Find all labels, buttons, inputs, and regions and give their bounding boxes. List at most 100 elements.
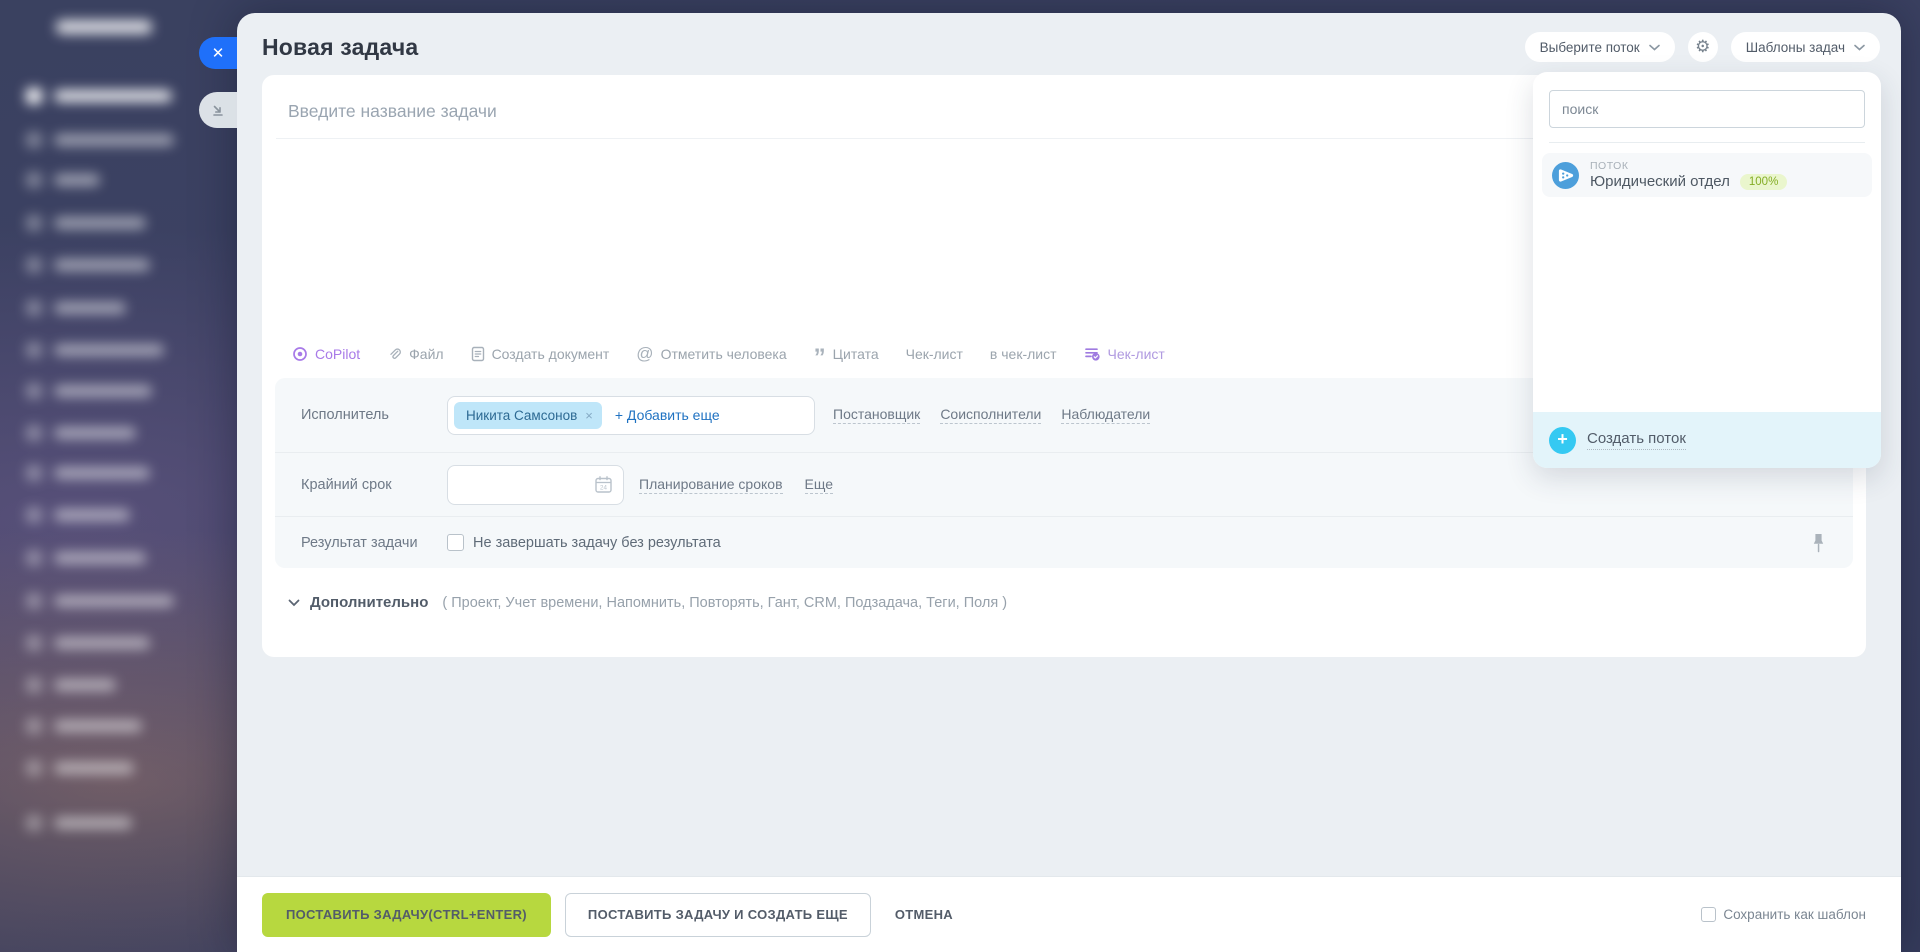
toolbar-checklist-ai[interactable]: Чек-лист xyxy=(1084,346,1165,362)
chevron-down-icon xyxy=(1854,44,1865,51)
originator-link[interactable]: Постановщик xyxy=(833,406,920,424)
create-flow-label: Создать поток xyxy=(1587,430,1686,450)
flow-item-legal-department[interactable]: ПОТОК Юридический отдел 100% xyxy=(1542,153,1872,197)
settings-button[interactable]: ⚙ xyxy=(1688,32,1718,62)
co-executors-link[interactable]: Соисполнители xyxy=(940,406,1041,424)
sidebar-blurred-icon xyxy=(26,300,42,316)
observers-link[interactable]: Наблюдатели xyxy=(1061,406,1150,424)
more-link[interactable]: Еще xyxy=(805,476,834,494)
sidebar-blurred-icon xyxy=(26,88,42,104)
toolbar-to-checklist[interactable]: в чек-лист xyxy=(990,346,1057,362)
new-task-modal: ✕ Новая задача Выберите поток ⚙ Шаблоны … xyxy=(237,13,1901,952)
submit-and-create-more-button[interactable]: ПОСТАВИТЬ ЗАДАЧУ И СОЗДАТЬ ЕЩЕ xyxy=(565,893,871,937)
sidebar-blurred-icon xyxy=(26,172,42,188)
sidebar-blurred-icon xyxy=(26,507,42,523)
paperclip-icon xyxy=(387,347,402,362)
sidebar-blurred-item xyxy=(26,507,130,523)
add-assignee-button[interactable]: + Добавить еще xyxy=(615,407,720,423)
remove-assignee-icon[interactable]: × xyxy=(585,408,593,423)
sidebar-blurred-item xyxy=(26,593,174,609)
require-result-checkbox-label: Не завершать задачу без результата xyxy=(473,535,721,551)
sidebar-blurred-item xyxy=(26,760,134,776)
flow-search-input[interactable] xyxy=(1549,90,1865,128)
sidebar-blurred-item xyxy=(56,20,152,34)
sidebar-blurred-icon xyxy=(26,257,42,273)
sidebar-blurred-icon xyxy=(26,465,42,481)
toolbar-quote[interactable]: ” Цитата xyxy=(814,346,879,362)
save-as-template-label: Сохранить как шаблон xyxy=(1723,907,1866,922)
assignee-chip[interactable]: Никита Самсонов × xyxy=(454,402,602,429)
sidebar-blurred-icon xyxy=(26,593,42,609)
sidebar-blurred-icon xyxy=(26,342,42,358)
svg-text:24: 24 xyxy=(600,485,607,492)
sidebar-blurred-item xyxy=(26,215,146,231)
task-templates-label: Шаблоны задач xyxy=(1746,40,1845,55)
sidebar-blurred-text xyxy=(54,595,174,607)
additional-label[interactable]: Дополнительно xyxy=(310,594,428,611)
flow-dropdown: ПОТОК Юридический отдел 100% + Создать п… xyxy=(1533,72,1881,468)
sidebar-blurred-text xyxy=(54,302,126,314)
submit-task-button[interactable]: ПОСТАВИТЬ ЗАДАЧУ(CTRL+ENTER) xyxy=(262,893,551,937)
close-button[interactable]: ✕ xyxy=(199,37,237,69)
sidebar-blurred-icon xyxy=(26,677,42,693)
deadline-label: Крайний срок xyxy=(301,477,447,493)
sidebar-blurred-item xyxy=(26,383,152,399)
sidebar-blurred-item xyxy=(26,88,172,104)
toolbar-copilot[interactable]: CoPilot xyxy=(292,346,360,362)
sidebar-blurred-item xyxy=(26,257,150,273)
modal-footer: ПОСТАВИТЬ ЗАДАЧУ(CTRL+ENTER) ПОСТАВИТЬ З… xyxy=(237,877,1901,952)
sidebar-blurred-text xyxy=(54,762,134,774)
copilot-icon xyxy=(292,346,308,362)
calendar-icon: 24 xyxy=(594,475,613,494)
toolbar-checklist[interactable]: Чек-лист xyxy=(906,346,963,362)
checklist-icon xyxy=(1084,346,1101,362)
sidebar-blurred-text xyxy=(54,174,100,186)
task-templates-button[interactable]: Шаблоны задач xyxy=(1731,32,1880,62)
deadline-date-input[interactable]: 24 xyxy=(447,465,624,505)
sidebar-blurred-icon xyxy=(26,550,42,566)
sidebar-blurred-item xyxy=(26,465,150,481)
modal-header: Новая задача Выберите поток ⚙ Шаблоны за… xyxy=(237,13,1901,75)
sidebar-blurred-text xyxy=(54,427,136,439)
additional-options-list: ( Проект, Учет времени, Напомнить, Повто… xyxy=(442,595,1007,611)
cancel-button[interactable]: ОТМЕНА xyxy=(885,893,963,937)
sidebar-blurred-item xyxy=(26,300,126,316)
page-title: Новая задача xyxy=(262,34,418,61)
sidebar-blurred-icon xyxy=(26,718,42,734)
pin-icon[interactable] xyxy=(1812,532,1825,554)
sidebar-blurred-item xyxy=(26,342,164,358)
sidebar-blurred-icon xyxy=(26,215,42,231)
sidebar-blurred-text xyxy=(54,90,172,102)
chevron-down-icon xyxy=(1649,44,1660,51)
require-result-checkbox[interactable] xyxy=(447,534,464,551)
flow-type-label: ПОТОК xyxy=(1590,160,1787,172)
toolbar-create-document[interactable]: Создать документ xyxy=(471,346,610,362)
select-flow-label: Выберите поток xyxy=(1540,40,1640,55)
sidebar-blurred-text xyxy=(54,385,152,397)
sidebar-blurred-text xyxy=(54,679,116,691)
collapse-button[interactable] xyxy=(199,92,237,128)
sidebar-blurred-text xyxy=(54,134,174,146)
chevron-down-icon xyxy=(288,599,300,607)
sidebar-blurred-text xyxy=(54,217,146,229)
sidebar-blurred-item xyxy=(26,635,150,651)
flow-name: Юридический отдел xyxy=(1590,173,1730,190)
assignee-box[interactable]: Никита Самсонов × + Добавить еще xyxy=(447,396,815,435)
additional-section[interactable]: Дополнительно ( Проект, Учет времени, На… xyxy=(262,568,1866,611)
create-flow-button[interactable]: + Создать поток xyxy=(1533,412,1881,468)
assignee-chip-name: Никита Самсонов xyxy=(466,408,577,423)
divider xyxy=(1549,142,1865,143)
task-result-label: Результат задачи xyxy=(301,535,447,551)
toolbar-file[interactable]: Файл xyxy=(387,346,443,362)
sidebar-blurred-icon xyxy=(26,635,42,651)
flow-icon xyxy=(1552,162,1579,189)
toolbar-mention-person[interactable]: @ Отметить человека xyxy=(636,344,786,364)
schedule-planning-link[interactable]: Планирование сроков xyxy=(639,476,783,494)
sidebar-blurred-item xyxy=(26,425,136,441)
save-as-template-checkbox[interactable] xyxy=(1701,907,1716,922)
task-result-row: Результат задачи Не завершать задачу без… xyxy=(275,516,1853,568)
sidebar-blurred-icon xyxy=(26,760,42,776)
plus-icon: + xyxy=(1549,427,1576,454)
sidebar-blurred-text xyxy=(54,259,150,271)
select-flow-button[interactable]: Выберите поток xyxy=(1525,32,1675,62)
